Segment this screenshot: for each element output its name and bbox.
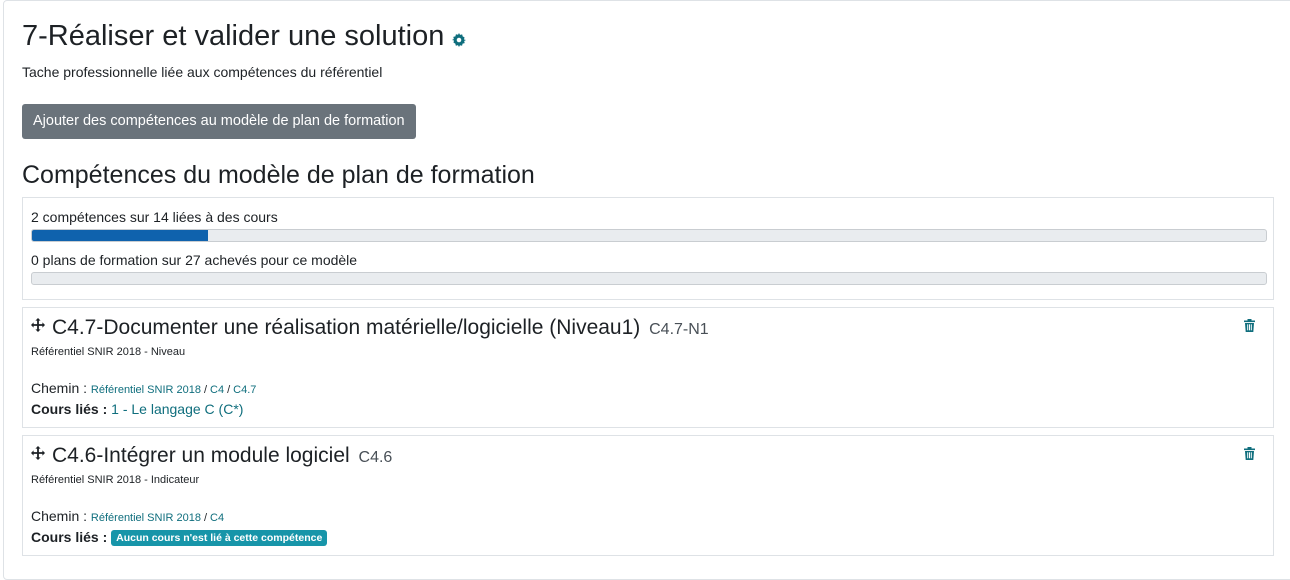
title-row: 7-Réaliser et valider une solution xyxy=(22,18,467,54)
path-link[interactable]: Référentiel SNIR 2018 xyxy=(91,512,201,524)
trash-icon[interactable] xyxy=(1244,447,1255,460)
completed-stat-label: 0 plans de formation sur 27 achevés pour… xyxy=(31,252,358,268)
competency-name: C4.7-Documenter une réalisation matériel… xyxy=(52,316,641,339)
competency-framework: Référentiel SNIR 2018 - Niveau xyxy=(31,346,186,358)
competency-path: Chemin : Référentiel SNIR 2018/C4/C4.7 xyxy=(31,380,256,396)
linked-progress-fill xyxy=(32,230,209,241)
section-title: Compétences du modèle de plan de formati… xyxy=(22,161,535,189)
competency-title[interactable]: C4.7-Documenter une réalisation matériel… xyxy=(52,314,709,344)
move-icon[interactable] xyxy=(31,446,45,460)
no-course-badge: Aucun cours n'est lié à cette compétence xyxy=(111,530,328,546)
stats-panel: 2 compétences sur 14 liées à des cours 0… xyxy=(22,197,1274,300)
page-subtitle: Tache professionnelle liée aux compétenc… xyxy=(22,64,383,80)
linked-courses: Cours liés : Aucun cours n'est lié à cet… xyxy=(31,529,328,546)
linked-progress-bar xyxy=(31,229,1267,242)
path-link[interactable]: Référentiel SNIR 2018 xyxy=(91,384,201,396)
course-link[interactable]: 1 - Le langage C (C*) xyxy=(111,401,243,417)
page-title: 7-Réaliser et valider une solution xyxy=(22,20,445,52)
completed-progress-bar xyxy=(31,272,1267,285)
gear-icon[interactable] xyxy=(452,32,467,47)
competency-name: C4.6-Intégrer un module logiciel xyxy=(52,444,350,467)
path-label: Chemin : xyxy=(31,508,88,524)
competency-path: Chemin : Référentiel SNIR 2018/C4 xyxy=(31,508,224,524)
path-link[interactable]: C4 xyxy=(210,512,224,524)
trash-icon[interactable] xyxy=(1244,319,1255,332)
linked-stat-label: 2 compétences sur 14 liées à des cours xyxy=(31,209,278,225)
competency-card: C4.6-Intégrer un module logiciel C4.6 Ré… xyxy=(22,435,1274,556)
competency-title[interactable]: C4.6-Intégrer un module logiciel C4.6 xyxy=(52,442,392,472)
path-separator: / xyxy=(203,512,208,524)
path-separator: / xyxy=(227,384,231,396)
path-label: Chemin : xyxy=(31,380,88,396)
courses-label: Cours liés : xyxy=(31,401,108,417)
path-link[interactable]: C4 xyxy=(210,384,224,396)
move-icon[interactable] xyxy=(31,318,45,332)
courses-label: Cours liés : xyxy=(31,529,108,545)
linked-courses: Cours liés : 1 - Le langage C (C*) xyxy=(31,401,243,417)
path-separator: / xyxy=(203,384,208,396)
competency-framework: Référentiel SNIR 2018 - Indicateur xyxy=(31,474,200,486)
path-link[interactable]: C4.7 xyxy=(233,384,256,396)
competency-idnumber: C4.6 xyxy=(358,449,393,466)
add-competencies-button[interactable]: Ajouter des compétences au modèle de pla… xyxy=(22,104,416,139)
competency-card: C4.7-Documenter une réalisation matériel… xyxy=(22,307,1274,428)
competency-idnumber: C4.7-N1 xyxy=(649,321,709,338)
